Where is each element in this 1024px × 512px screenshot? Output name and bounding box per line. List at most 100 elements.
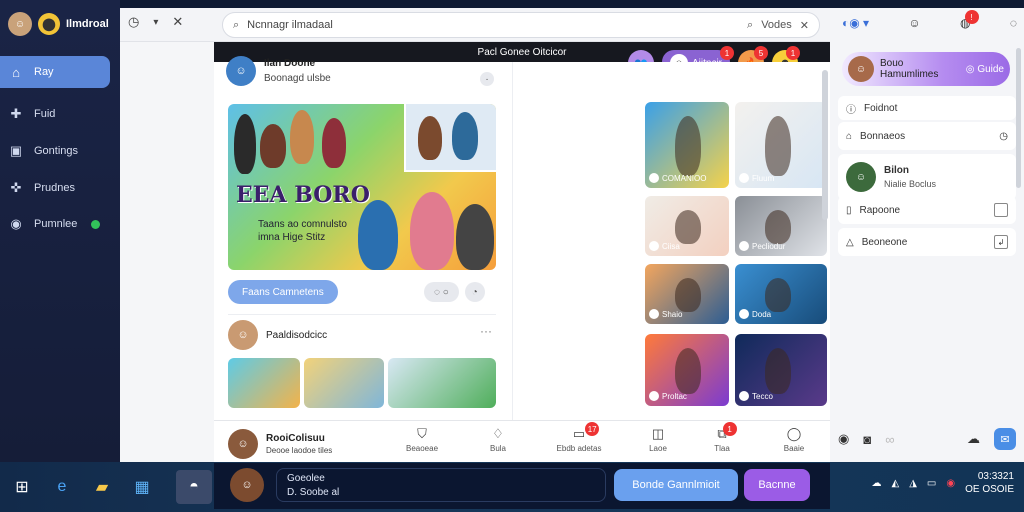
profile-card[interactable]: ☺ Bouo Hamumlimes ◎ Guide <box>842 52 1010 86</box>
right-item[interactable]: ▯ Rapoone <box>838 196 1016 224</box>
glasses-icon[interactable]: ∞ <box>885 432 894 447</box>
chevron-down-icon[interactable]: ▾ <box>153 17 158 28</box>
right-item[interactable]: △ Beoneone ↲ <box>838 228 1016 256</box>
settings-icon[interactable]: ◌ <box>1010 16 1017 30</box>
sidebar-item-pumnlee[interactable]: ◉ Pumnlee <box>0 208 110 240</box>
media-tile[interactable]: Pecliodur <box>735 196 827 256</box>
store-icon[interactable]: ▦ <box>130 475 154 499</box>
bottom-nav-item[interactable]: ♢ Bula <box>470 426 526 453</box>
cloud-icon[interactable]: ☁ <box>872 478 882 489</box>
tile-caption: COMANIOO <box>649 172 725 184</box>
hero-image[interactable]: EEA BORO Taans ao comnulsto imna Hige St… <box>228 104 496 270</box>
media-tile[interactable]: COMANIOO <box>645 102 729 188</box>
media-tile[interactable]: Ciisa <box>645 196 729 256</box>
sidebar-item-gontings[interactable]: ▣ Gontings <box>0 135 110 167</box>
primary-cta-button[interactable]: Bonde Gannlmioit <box>614 469 738 501</box>
expand-icon[interactable]: ↲ <box>994 235 1008 249</box>
clock-time: 03:3321 <box>977 471 1014 482</box>
bottom-nav: ☺ RooiColisuu Deooe laodoe tiles ⛉ Beaoe… <box>214 420 830 463</box>
avatar: ☺ <box>228 429 258 459</box>
current-user[interactable]: ☺ RooiColisuu Deooe laodoe tiles <box>228 429 332 459</box>
right-item-label: Beoneone <box>861 236 908 248</box>
bottom-nav-label: Bula <box>489 444 506 453</box>
bottom-nav-item[interactable]: ⛉ Beaoeae <box>394 426 450 453</box>
sidebar-item-label: Fuid <box>34 108 56 120</box>
bottom-nav-item[interactable]: ⧉ 1 Tlaa <box>694 422 750 453</box>
search-icon[interactable]: ⌕ <box>747 19 753 32</box>
share-button[interactable]: ◌ ○ <box>424 282 459 302</box>
more-icon[interactable]: · <box>480 72 494 86</box>
bottom-nav-item[interactable]: ◯ Baaie <box>766 426 822 453</box>
avatar[interactable]: ☺ <box>226 56 256 86</box>
camera-icon[interactable]: ◙ <box>863 432 871 447</box>
media-tile[interactable]: Fluum <box>735 102 827 188</box>
scrollbar[interactable] <box>1016 48 1021 188</box>
emoji-icon[interactable]: ☺ <box>908 16 920 30</box>
post-thumb[interactable] <box>304 358 384 408</box>
browser-icon[interactable]: e <box>50 475 74 499</box>
post-thumb[interactable] <box>388 358 496 408</box>
scrollbar[interactable] <box>822 70 828 220</box>
clock[interactable]: 03:3321 OE OSOIE <box>965 470 1014 496</box>
user-subtitle: Deooe laodoe tiles <box>266 446 333 455</box>
bottom-nav-item[interactable]: ▭ 17 Ebdb adetas <box>544 422 614 453</box>
folder-icon[interactable]: ▰ <box>90 475 114 499</box>
chat-icon[interactable]: ✉ <box>994 428 1016 450</box>
media-tile[interactable]: Proltac <box>645 334 729 406</box>
tile-title: Ciisa <box>662 241 680 251</box>
close-icon[interactable]: ✕ <box>172 14 183 30</box>
media-tile[interactable]: Shaio <box>645 264 729 324</box>
secondary-cta-button[interactable]: Bacnne <box>744 469 810 501</box>
app-icon[interactable]: ◓ <box>176 470 212 504</box>
right-item[interactable]: ⌂ Bonnaeos ◷ <box>838 122 1016 150</box>
tab-label[interactable]: Vodes <box>761 19 792 31</box>
avatar[interactable]: ☺ <box>230 468 264 502</box>
avatar <box>649 309 659 319</box>
cloud-icon[interactable]: ☁ <box>967 431 980 447</box>
user-name: RooiColisuu <box>266 433 325 444</box>
bottom-nav-item[interactable]: ◫ Laoe <box>630 426 686 453</box>
windows-start-icon[interactable]: ⊞ <box>10 475 34 499</box>
network-icon[interactable]: ◭ <box>892 478 900 489</box>
right-item[interactable]: ⓘ Foidnot <box>838 96 1016 120</box>
primary-button[interactable]: Faans Camnetens <box>228 280 338 304</box>
avatar: ☺ <box>848 56 874 82</box>
disc-icon: ◉ <box>10 216 22 231</box>
bag-icon: ◫ <box>651 426 665 441</box>
avatar <box>739 391 749 401</box>
sidebar-item-fuid[interactable]: ✚ Fuid <box>0 98 110 130</box>
contact-card[interactable]: ☺ Bilon Nialie Boclus <box>838 154 1016 200</box>
avatar <box>739 309 749 319</box>
checkbox[interactable] <box>994 203 1008 217</box>
media-grid: COMANIOOFluumOUTUCiisaPecliodurDiloacesS… <box>512 62 917 420</box>
update-icon[interactable]: ◉ <box>946 478 955 489</box>
notification-icon[interactable]: ◍! <box>960 10 979 30</box>
sidebar-item-ray[interactable]: ⌂ Ray <box>0 56 110 88</box>
chat-message[interactable]: Goeolee D. Soobe al <box>276 468 606 502</box>
post-author[interactable]: Ilan Doone <box>264 58 331 69</box>
sidebar-brand[interactable]: ☺ ⬤ Ilmdroal <box>8 10 118 38</box>
battery-icon[interactable]: ▭ <box>927 478 936 489</box>
sound-icon[interactable]: ◮ <box>909 478 917 489</box>
post-author[interactable]: Paaldisodcicc <box>266 330 327 341</box>
media-tile[interactable]: Doda <box>735 264 827 324</box>
options-icon[interactable]: ◔ <box>464 282 485 302</box>
notification-badge: 1 <box>720 46 735 60</box>
tile-photo <box>765 116 791 176</box>
post-thumb[interactable] <box>228 358 300 408</box>
history-icon[interactable]: ◷ <box>128 14 139 30</box>
notification-badge: 5 <box>754 46 769 60</box>
sidebar-item-prudnes[interactable]: ✜ Prudnes <box>0 172 110 204</box>
sidebar-item-label: Ray <box>34 66 54 78</box>
record-icon[interactable]: ◉ <box>838 431 849 447</box>
more-icon[interactable]: ··· <box>480 324 492 338</box>
avatar: ☺ <box>8 12 32 36</box>
avatar[interactable]: ☺ <box>228 320 258 350</box>
close-icon[interactable]: ✕ <box>800 19 809 32</box>
post-actions: ◌ ○ ◔ <box>424 282 485 302</box>
address-bar[interactable]: ⌕ Ncnnagr ilmadaal ⌕ Vodes ✕ <box>222 12 820 38</box>
right-item-label: Rapoone <box>859 204 901 216</box>
grid-icon[interactable]: ◐◉ ▾ <box>842 16 869 30</box>
media-tile[interactable]: Tecco <box>735 334 827 406</box>
profile-action: ◎ Guide <box>965 63 1004 75</box>
